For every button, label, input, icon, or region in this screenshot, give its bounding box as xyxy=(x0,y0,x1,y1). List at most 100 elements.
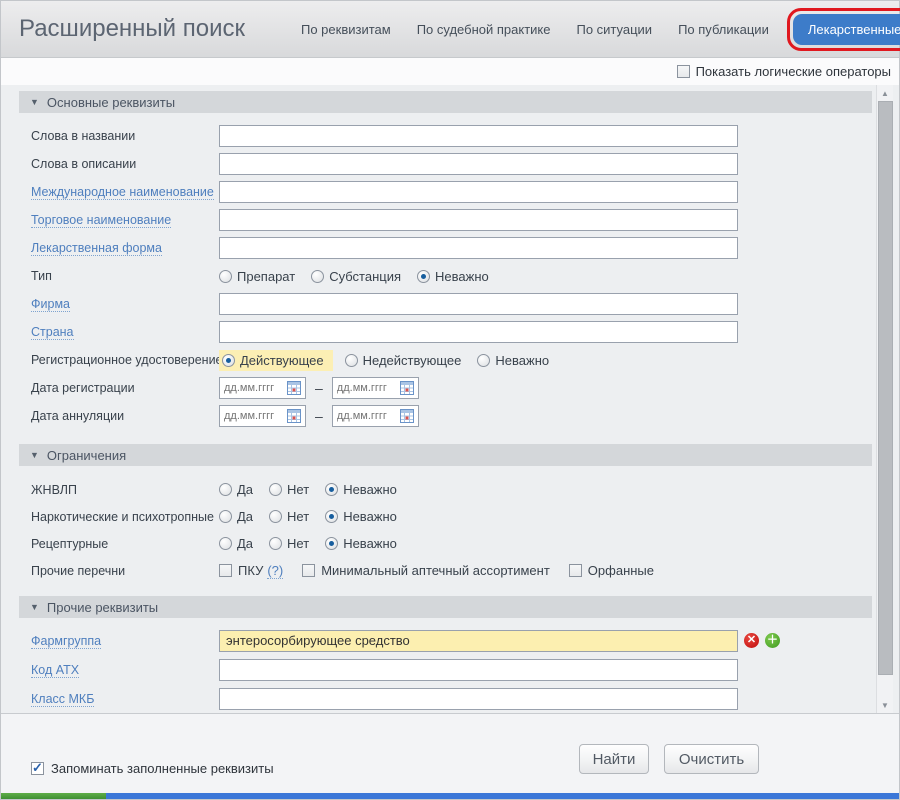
calendar-icon[interactable] xyxy=(399,381,414,395)
trade-name-link[interactable]: Торговое наименование xyxy=(31,213,172,228)
other-lists-label: Прочие перечни xyxy=(31,563,126,578)
form-row: Регистрационное удостоверение Действующе… xyxy=(31,346,881,374)
annul-date-from-input[interactable] xyxy=(224,410,282,422)
dosage-form-link[interactable]: Лекарственная форма xyxy=(31,241,162,256)
trade-name-input[interactable] xyxy=(219,209,738,231)
radio-da-label: Да xyxy=(237,536,254,551)
form-row: Слова в описании xyxy=(31,150,881,178)
form-row: Лекарственная форма xyxy=(31,234,881,262)
collapse-triangle-icon: ▼ xyxy=(30,602,39,612)
orphan-label: Орфанные xyxy=(587,563,654,578)
form-row: Фирма xyxy=(31,290,881,318)
vertical-scrollbar[interactable]: ▲ ▼ xyxy=(876,85,893,713)
mkb-class-link[interactable]: Класс МКБ xyxy=(31,691,95,707)
form-content: ▼ Основные реквизиты Слова в названии Сл… xyxy=(1,85,899,713)
radio-preparat[interactable] xyxy=(219,269,232,283)
add-value-icon[interactable]: ＋ xyxy=(765,633,780,648)
radio-regcert-nevazhno[interactable] xyxy=(477,353,491,367)
scroll-down-icon[interactable]: ▼ xyxy=(877,697,893,713)
company-input[interactable] xyxy=(219,293,738,315)
mkb-class-input[interactable] xyxy=(219,687,738,710)
radio-narcotic-net[interactable] xyxy=(269,510,283,523)
form-row: Тип Препарат Субстанция Неважно xyxy=(31,262,881,290)
radio-regcert-nevazhno-label: Неважно xyxy=(495,352,550,368)
annul-date-from xyxy=(219,405,306,427)
zhnvlp-label: ЖНВЛП xyxy=(31,482,77,497)
tab-po-publikacii[interactable]: По публикации xyxy=(678,22,769,37)
radio-nedeystvuyushchee[interactable] xyxy=(344,353,358,367)
delete-value-icon[interactable]: ✕ xyxy=(744,633,759,648)
annul-date-label: Дата аннуляции xyxy=(31,409,125,423)
radio-deystvuyushchee[interactable] xyxy=(222,353,235,367)
page-title: Расширенный поиск xyxy=(19,15,245,42)
calendar-icon[interactable] xyxy=(287,409,301,423)
tab-po-rekvizitam[interactable]: По реквизитам xyxy=(301,22,391,37)
annul-date-to-input[interactable] xyxy=(336,410,395,422)
find-button[interactable]: Найти xyxy=(579,744,649,774)
orphan-checkbox[interactable] xyxy=(568,564,582,577)
calendar-icon[interactable] xyxy=(287,381,301,395)
annul-date-range: – xyxy=(219,405,419,427)
radio-da-label: Да xyxy=(237,482,254,497)
form-row: Дата аннуляции – xyxy=(31,402,881,430)
reg-date-to xyxy=(331,377,419,399)
radio-zhnvlp-da[interactable] xyxy=(219,483,232,496)
pku-hint-link[interactable]: (?) xyxy=(267,563,284,579)
country-link[interactable]: Страна xyxy=(31,325,74,340)
show-operators-checkbox[interactable] xyxy=(676,65,690,78)
pharm-group-link[interactable]: Фармгруппа xyxy=(31,633,102,649)
window-header: Расширенный поиск По реквизитам По судеб… xyxy=(1,1,900,58)
atc-code-input[interactable] xyxy=(219,658,738,681)
international-name-link[interactable]: Международное наименование xyxy=(31,185,214,200)
radio-prescription-nevazhno[interactable] xyxy=(325,537,339,550)
tab-lekarstvennye-sredstva[interactable]: Лекарственные средства xyxy=(792,13,900,45)
radio-zhnvlp-net[interactable] xyxy=(269,483,283,496)
country-input[interactable] xyxy=(219,321,738,343)
radio-narcotic-nevazhno[interactable] xyxy=(325,510,339,523)
radio-nevazhno-label: Неважно xyxy=(343,509,397,524)
form-row: Код АТХ xyxy=(31,655,881,684)
tab-po-sudebnoy-praktike[interactable]: По судебной практике xyxy=(417,22,551,37)
date-range-dash: – xyxy=(315,408,323,424)
radio-net-label: Нет xyxy=(287,509,310,524)
radio-prescription-net[interactable] xyxy=(269,537,283,550)
tab-po-situacii[interactable]: По ситуации xyxy=(576,22,652,37)
clear-button[interactable]: Очистить xyxy=(664,744,759,774)
radio-substancia[interactable] xyxy=(311,269,325,283)
section-restrictions-header[interactable]: ▼ Ограничения xyxy=(19,444,872,466)
reg-date-to-input[interactable] xyxy=(336,382,395,394)
radio-net-label: Нет xyxy=(287,536,310,551)
prescription-radio-group: Да Нет Неважно xyxy=(219,536,413,551)
pharm-group-input[interactable] xyxy=(219,629,738,652)
calendar-icon[interactable] xyxy=(399,409,414,423)
radio-narcotic-da[interactable] xyxy=(219,510,232,523)
words-in-description-input[interactable] xyxy=(219,153,738,175)
dosage-form-input[interactable] xyxy=(219,237,738,259)
radio-type-nevazhno[interactable] xyxy=(417,269,431,283)
radio-prescription-da[interactable] xyxy=(219,537,232,550)
scroll-up-icon[interactable]: ▲ xyxy=(877,85,893,101)
advanced-search-window: Расширенный поиск По реквизитам По судеб… xyxy=(0,0,900,800)
reg-date-from-input[interactable] xyxy=(224,382,282,394)
section-restrictions-rows: ЖНВЛП Да Нет Неважно Наркотические и пси… xyxy=(19,476,881,584)
section-main-header[interactable]: ▼ Основные реквизиты xyxy=(19,91,872,113)
section-other-header[interactable]: ▼ Прочие реквизиты xyxy=(19,596,872,618)
radio-preparat-label: Препарат xyxy=(237,268,296,284)
company-link[interactable]: Фирма xyxy=(31,297,70,312)
form-row: Слова в названии xyxy=(31,122,881,150)
remember-checkbox[interactable] xyxy=(31,760,44,776)
min-assortment-checkbox[interactable] xyxy=(302,564,316,577)
radio-deystvuyushchee-label: Действующее xyxy=(240,352,324,368)
radio-zhnvlp-nevazhno[interactable] xyxy=(325,483,339,496)
zhnvlp-radio-group: Да Нет Неважно xyxy=(219,482,413,497)
reg-date-label: Дата регистрации xyxy=(31,381,135,395)
scrollbar-thumb[interactable] xyxy=(878,101,893,675)
footer-bar: Запоминать заполненные реквизиты Найти О… xyxy=(1,713,899,795)
type-label: Тип xyxy=(31,269,52,283)
words-in-name-input[interactable] xyxy=(219,125,738,147)
pku-checkbox[interactable] xyxy=(219,564,232,577)
atc-code-link[interactable]: Код АТХ xyxy=(31,662,80,678)
reg-cert-radio-group: Действующее Недействующее Неважно xyxy=(219,349,565,371)
section-restrictions-title: Ограничения xyxy=(46,447,127,463)
international-name-input[interactable] xyxy=(219,181,738,203)
